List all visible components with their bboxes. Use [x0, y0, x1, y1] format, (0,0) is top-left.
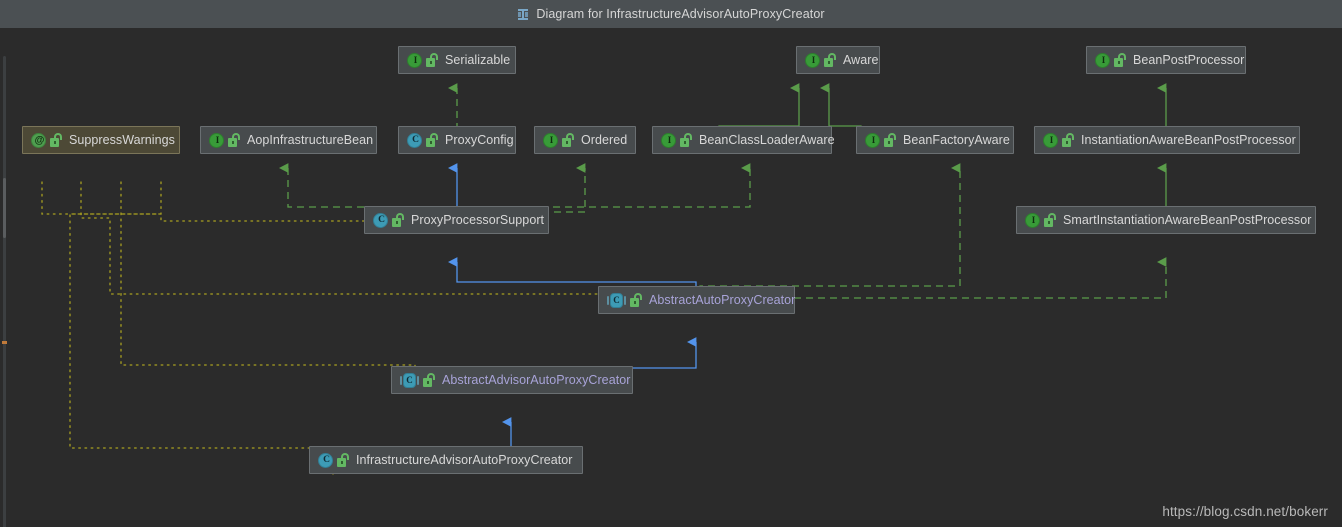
diagram-node-smartinstantiationawarebeanpostprocessor[interactable]: SmartInstantiationAwareBeanPostProcessor [1016, 206, 1316, 234]
unlocked-lock-icon [423, 373, 435, 387]
interface-icon [1095, 52, 1111, 68]
diagram-icon [517, 8, 530, 21]
window-title-bar: Diagram for InfrastructureAdvisorAutoPro… [0, 0, 1342, 29]
unlocked-lock-icon [337, 453, 349, 467]
diagram-node-beanpostprocessor[interactable]: BeanPostProcessor [1086, 46, 1246, 74]
node-label: AbstractAdvisorAutoProxyCreator [442, 373, 631, 387]
node-label: BeanClassLoaderAware [699, 133, 835, 147]
class-icon [373, 212, 389, 228]
diagram-node-proxyconfig[interactable]: ProxyConfig [398, 126, 516, 154]
interface-icon [543, 132, 559, 148]
unlocked-lock-icon [680, 133, 692, 147]
interface-icon [209, 132, 225, 148]
interface-icon [1025, 212, 1041, 228]
unlocked-lock-icon [1044, 213, 1056, 227]
diagram-node-instantiationawarebeanpostprocessor[interactable]: InstantiationAwareBeanPostProcessor [1034, 126, 1300, 154]
diagram-node-infrastructureadvisorautoproxycreator[interactable]: InfrastructureAdvisorAutoProxyCreator [309, 446, 583, 474]
node-label: ProxyProcessorSupport [411, 213, 545, 227]
diagram-window: Diagram for InfrastructureAdvisorAutoPro… [0, 0, 1342, 527]
node-label: Ordered [581, 133, 628, 147]
node-label: AbstractAutoProxyCreator [649, 293, 796, 307]
watermark: https://blog.csdn.net/bokerr [1162, 504, 1328, 519]
unlocked-lock-icon [228, 133, 240, 147]
unlocked-lock-icon [50, 133, 62, 147]
window-title: Diagram for InfrastructureAdvisorAutoPro… [536, 7, 825, 21]
unlocked-lock-icon [630, 293, 642, 307]
unlocked-lock-icon [392, 213, 404, 227]
abstract-class-icon [400, 372, 419, 388]
unlocked-lock-icon [884, 133, 896, 147]
interface-icon [407, 52, 423, 68]
unlocked-lock-icon [1062, 133, 1074, 147]
node-label: AopInfrastructureBean [247, 133, 374, 147]
node-label: SuppressWarnings [69, 133, 175, 147]
node-label: InstantiationAwareBeanPostProcessor [1081, 133, 1296, 147]
diagram-node-aware[interactable]: Aware [796, 46, 880, 74]
diagram-node-proxyprocessorsupport[interactable]: ProxyProcessorSupport [364, 206, 549, 234]
interface-icon [805, 52, 821, 68]
diagram-node-serializable[interactable]: Serializable [398, 46, 516, 74]
node-label: BeanFactoryAware [903, 133, 1010, 147]
diagram-node-abstractadvisorautoproxycreator[interactable]: AbstractAdvisorAutoProxyCreator [391, 366, 633, 394]
unlocked-lock-icon [426, 53, 438, 67]
unlocked-lock-icon [1114, 53, 1126, 67]
interface-icon [1043, 132, 1059, 148]
node-label: InfrastructureAdvisorAutoProxyCreator [356, 453, 573, 467]
node-label: BeanPostProcessor [1133, 53, 1245, 67]
diagram-node-abstractautoproxycreator[interactable]: AbstractAutoProxyCreator [598, 286, 795, 314]
node-label: Aware [843, 53, 879, 67]
unlocked-lock-icon [562, 133, 574, 147]
diagram-canvas[interactable]: Serializable Aware BeanPostProcessor [0, 28, 1342, 527]
interface-icon [865, 132, 881, 148]
class-icon [407, 132, 423, 148]
diagram-edges [41, 83, 1167, 475]
abstract-class-icon [607, 292, 626, 308]
diagram-node-beanfactoryaware[interactable]: BeanFactoryAware [856, 126, 1014, 154]
class-icon [318, 452, 334, 468]
interface-icon [661, 132, 677, 148]
node-label: ProxyConfig [445, 133, 514, 147]
diagram-node-aopinfrastructurebean[interactable]: AopInfrastructureBean [200, 126, 377, 154]
node-label: Serializable [445, 53, 511, 67]
diagram-node-beanclassloaderaware[interactable]: BeanClassLoaderAware [652, 126, 835, 154]
diagram-node-suppresswarnings[interactable]: SuppressWarnings [22, 126, 180, 154]
annotation-icon [31, 132, 47, 148]
unlocked-lock-icon [824, 53, 836, 67]
diagram-node-ordered[interactable]: Ordered [534, 126, 636, 154]
node-label: SmartInstantiationAwareBeanPostProcessor [1063, 213, 1312, 227]
unlocked-lock-icon [426, 133, 438, 147]
